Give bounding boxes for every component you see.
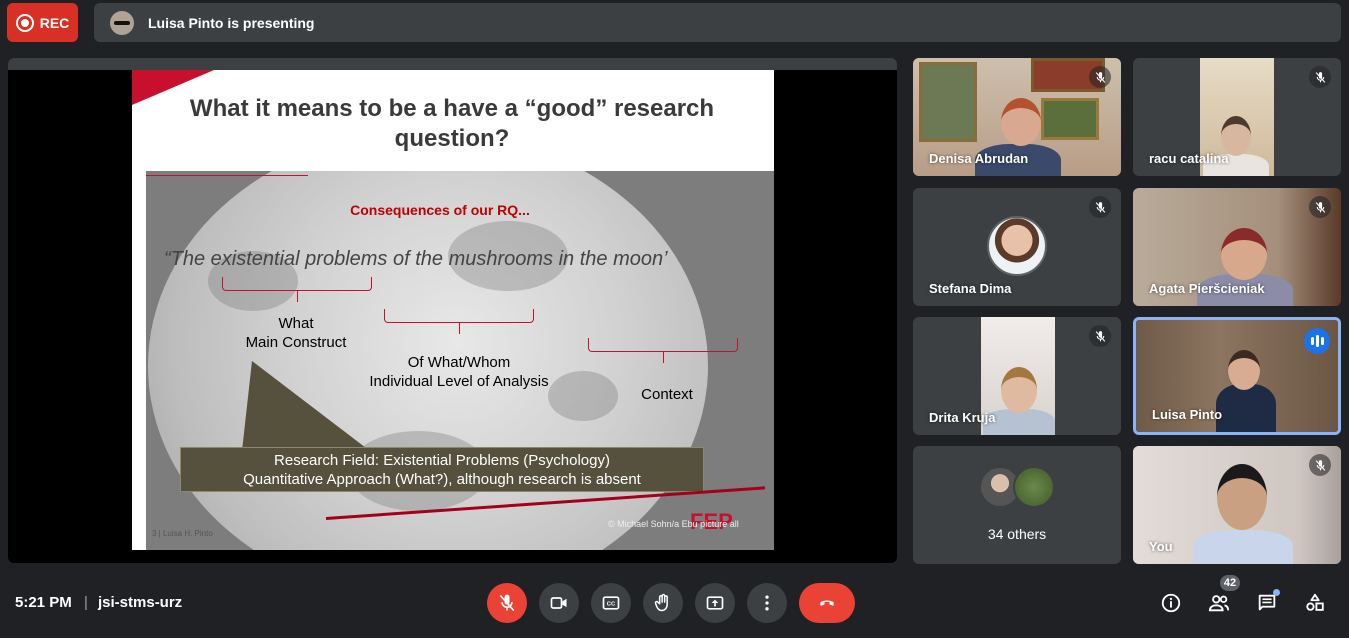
- mic-off-icon: [1089, 196, 1111, 218]
- participant-name: Stefana Dima: [929, 281, 1012, 296]
- label-what: What Main Construct: [236, 314, 356, 352]
- hang-up-icon: [820, 600, 834, 606]
- raise-hand-icon: [654, 593, 668, 612]
- participant-name: Agata Pieršcieniak: [1149, 281, 1265, 296]
- captions-icon: CC: [602, 596, 620, 610]
- presenter-avatar: [110, 10, 134, 35]
- captions-button[interactable]: CC: [591, 583, 631, 623]
- slide-title: What it means to be a have a “good” rese…: [189, 95, 715, 152]
- label-what-line2: Main Construct: [245, 334, 347, 351]
- box-line1: Research Field: Existential Problems (Ps…: [274, 452, 610, 469]
- info-icon: [1161, 593, 1181, 613]
- clock: 5:21 PM: [15, 594, 72, 611]
- brace-what: [222, 277, 372, 302]
- slide-footer: 3 | Luisa H. Pinto: [152, 529, 213, 538]
- separator: |: [84, 594, 88, 611]
- presentation-slide: What it means to be a have a “good” rese…: [132, 70, 774, 550]
- others-count-label: 34 others: [987, 526, 1047, 542]
- label-whom: Of What/Whom Individual Level of Analysi…: [354, 353, 564, 391]
- rec-label: REC: [39, 14, 70, 31]
- brace-context: [588, 338, 738, 363]
- more-options-icon: [765, 595, 769, 611]
- presenting-banner: Luisa Pinto is presenting: [94, 3, 1341, 42]
- camera-toggle-button[interactable]: [539, 583, 579, 623]
- mic-off-icon: [499, 594, 515, 612]
- mic-off-icon: [1089, 66, 1111, 88]
- shared-screen: What it means to be a have a “good” rese…: [8, 58, 897, 563]
- raise-hand-button[interactable]: [643, 583, 683, 623]
- show-everyone-button[interactable]: [1206, 590, 1232, 616]
- activities-icon: [1306, 593, 1324, 611]
- recording-indicator[interactable]: REC: [7, 3, 78, 42]
- mic-off-icon: [1309, 66, 1331, 88]
- box-line2: Quantitative Approach (What?), although …: [243, 471, 641, 488]
- consequences-heading: Consequences of our RQ...: [350, 202, 530, 218]
- present-icon: [706, 596, 724, 610]
- participant-tile[interactable]: Stefana Dima: [913, 188, 1121, 306]
- label-whom-line2: Individual Level of Analysis: [369, 373, 549, 390]
- participant-name: Drita Kruja: [929, 410, 996, 425]
- presenting-text: Luisa Pinto is presenting: [148, 14, 315, 31]
- meeting-code: jsi-stms-urz: [98, 594, 183, 611]
- brace-whom: [384, 309, 534, 334]
- chat-notification-dot: [1273, 589, 1280, 596]
- avatar: [987, 216, 1047, 276]
- participant-name: Denisa Abrudan: [929, 151, 1029, 166]
- participant-tile-self[interactable]: You: [1133, 446, 1341, 564]
- mic-off-icon: [1309, 196, 1331, 218]
- participant-tile[interactable]: racu catalina: [1133, 58, 1341, 176]
- microphone-toggle-button[interactable]: [487, 583, 527, 623]
- svg-text:CC: CC: [607, 602, 616, 608]
- more-options-button[interactable]: [747, 583, 787, 623]
- camera-icon: [550, 597, 567, 609]
- slide-red-rule: [146, 175, 308, 176]
- participant-tile-active-speaker[interactable]: Luisa Pinto: [1133, 317, 1341, 435]
- present-now-button[interactable]: [695, 583, 735, 623]
- label-context: Context: [641, 386, 693, 403]
- avatar: [1013, 466, 1055, 508]
- participant-name: racu catalina: [1149, 151, 1229, 166]
- callout-pointer: [242, 361, 370, 451]
- participant-name: Luisa Pinto: [1152, 407, 1223, 422]
- speaking-indicator-icon: [1304, 328, 1330, 354]
- others-tile[interactable]: 34 others: [913, 446, 1121, 564]
- research-field-box: Research Field: Existential Problems (Ps…: [180, 447, 704, 492]
- leave-call-button[interactable]: [799, 583, 855, 623]
- participant-tile[interactable]: Denisa Abrudan: [913, 58, 1121, 176]
- people-icon: [1208, 595, 1230, 612]
- image-copyright: © Michael Sohn/a Ebu picture all: [608, 519, 739, 529]
- meeting-details-button[interactable]: [1158, 590, 1184, 616]
- mic-off-icon: [1089, 325, 1111, 347]
- label-what-line1: What: [278, 315, 314, 332]
- record-icon: [15, 13, 34, 32]
- participant-name: You: [1149, 539, 1173, 554]
- mic-off-icon: [1309, 454, 1331, 476]
- participant-tile[interactable]: Drita Kruja: [913, 317, 1121, 435]
- people-count-badge: 42: [1220, 575, 1240, 591]
- label-whom-line1: Of What/Whom: [407, 354, 511, 371]
- activities-button[interactable]: [1302, 590, 1328, 616]
- participant-tile[interactable]: Agata Pieršcieniak: [1133, 188, 1341, 306]
- slide-moon-background: Consequences of our RQ... “The existenti…: [146, 171, 774, 550]
- slide-quote: “The existential problems of the mushroo…: [164, 248, 668, 270]
